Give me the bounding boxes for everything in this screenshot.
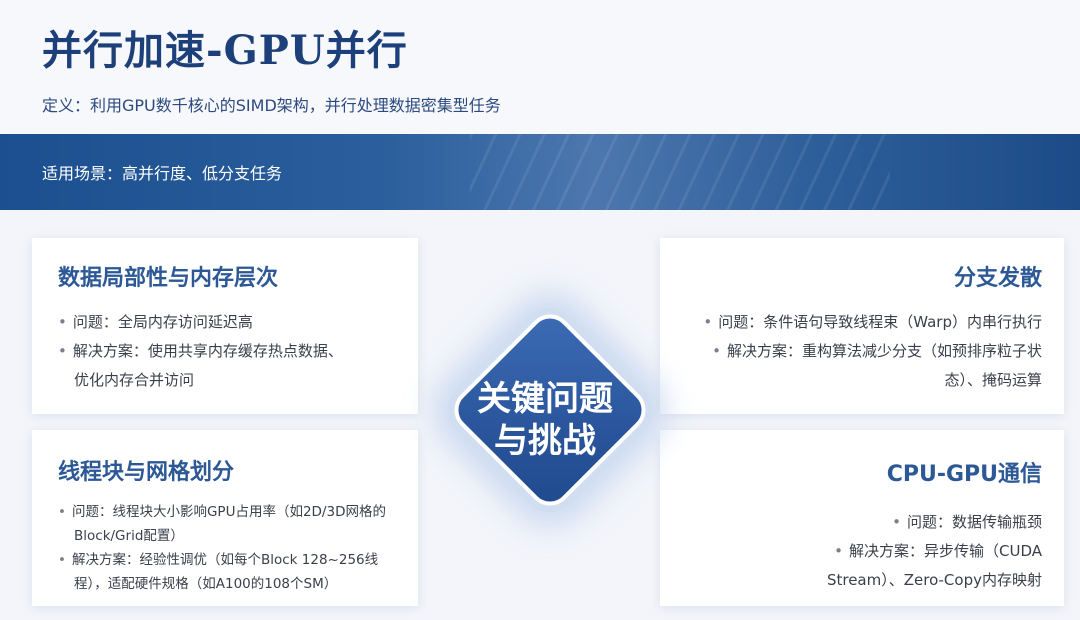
list-item: • 问题：条件语句导致线程束（Warp）内串行执行: [703, 313, 1042, 331]
card-cpu-gpu-comm: CPU-GPU通信 • 问题：数据传输瓶颈 • 解决方案：异步传输（CUDA Str…: [660, 430, 1064, 606]
card-memory-locality: 数据局部性与内存层次 • 问题：全局内存访问延迟高 • 解决方案：使用共享内存缓存热…: [32, 238, 418, 414]
card-list: • 问题：条件语句导致线程束（Warp）内串行执行 • 解决方案：重构算法减少分支（…: [682, 308, 1042, 395]
list-item: • 问题：线程块大小影响GPU占用率（如2D/3D网格的: [58, 504, 386, 520]
banner-decoration: [470, 134, 890, 210]
list-item: • 问题：全局内存访问延迟高: [58, 313, 253, 331]
list-item: • 解决方案：经验性调优（如每个Block 128~256线: [58, 552, 379, 568]
card-branch-divergence: 分支发散 • 问题：条件语句导致线程束（Warp）内串行执行 • 解决方案：重构算法…: [660, 238, 1064, 414]
page-title: 并行加速-GPU并行: [42, 27, 408, 74]
diamond-label: 关键问题 与挑战: [420, 378, 670, 462]
card-thread-grid: 线程块与网格划分 • 问题：线程块大小影响GPU占用率（如2D/3D网格的 Blo…: [32, 430, 418, 606]
list-item: 优化内存合并访问: [74, 371, 195, 389]
list-item: • 解决方案：重构算法减少分支（如预排序粒子状: [712, 342, 1042, 360]
list-item: Block/Grid配置）: [74, 528, 184, 544]
card-title: CPU-GPU通信: [886, 462, 1042, 487]
card-title: 分支发散: [953, 266, 1042, 291]
list-item: • 问题：数据传输瓶颈: [892, 513, 1042, 531]
diamond-line-1: 关键问题: [477, 379, 613, 419]
header: 并行加速-GPU并行 定义：利用GPU数千核心的SIMD架构，并行处理数据密集型…: [0, 0, 1080, 134]
list-item: • 解决方案：使用共享内存缓存热点数据、: [58, 342, 343, 360]
card-title: 线程块与网格划分: [58, 460, 235, 485]
list-item: 态）、掩码运算: [944, 371, 1042, 389]
card-title: 数据局部性与内存层次: [58, 266, 279, 291]
list-item: 程），适配硬件规格（如A100的108个SM）: [74, 576, 338, 592]
diamond-line-2: 与挑战: [494, 421, 596, 461]
card-list: • 问题：数据传输瓶颈 • 解决方案：异步传输（CUDA Stream）、Zero-…: [682, 508, 1042, 595]
definition-text: 定义：利用GPU数千核心的SIMD架构，并行处理数据密集型任务: [42, 96, 501, 115]
list-item: • 解决方案：异步传输（CUDA: [834, 542, 1042, 560]
center-diamond: 关键问题 与挑战: [420, 290, 670, 540]
card-list: • 问题：全局内存访问延迟高 • 解决方案：使用共享内存缓存热点数据、 优化内存合并…: [58, 308, 394, 395]
list-item: Stream）、Zero-Copy内存映射: [826, 571, 1042, 589]
card-list: • 问题：线程块大小影响GPU占用率（如2D/3D网格的 Block/Grid配置…: [58, 500, 394, 596]
scenario-text: 适用场景：高并行度、低分支任务: [42, 164, 283, 183]
